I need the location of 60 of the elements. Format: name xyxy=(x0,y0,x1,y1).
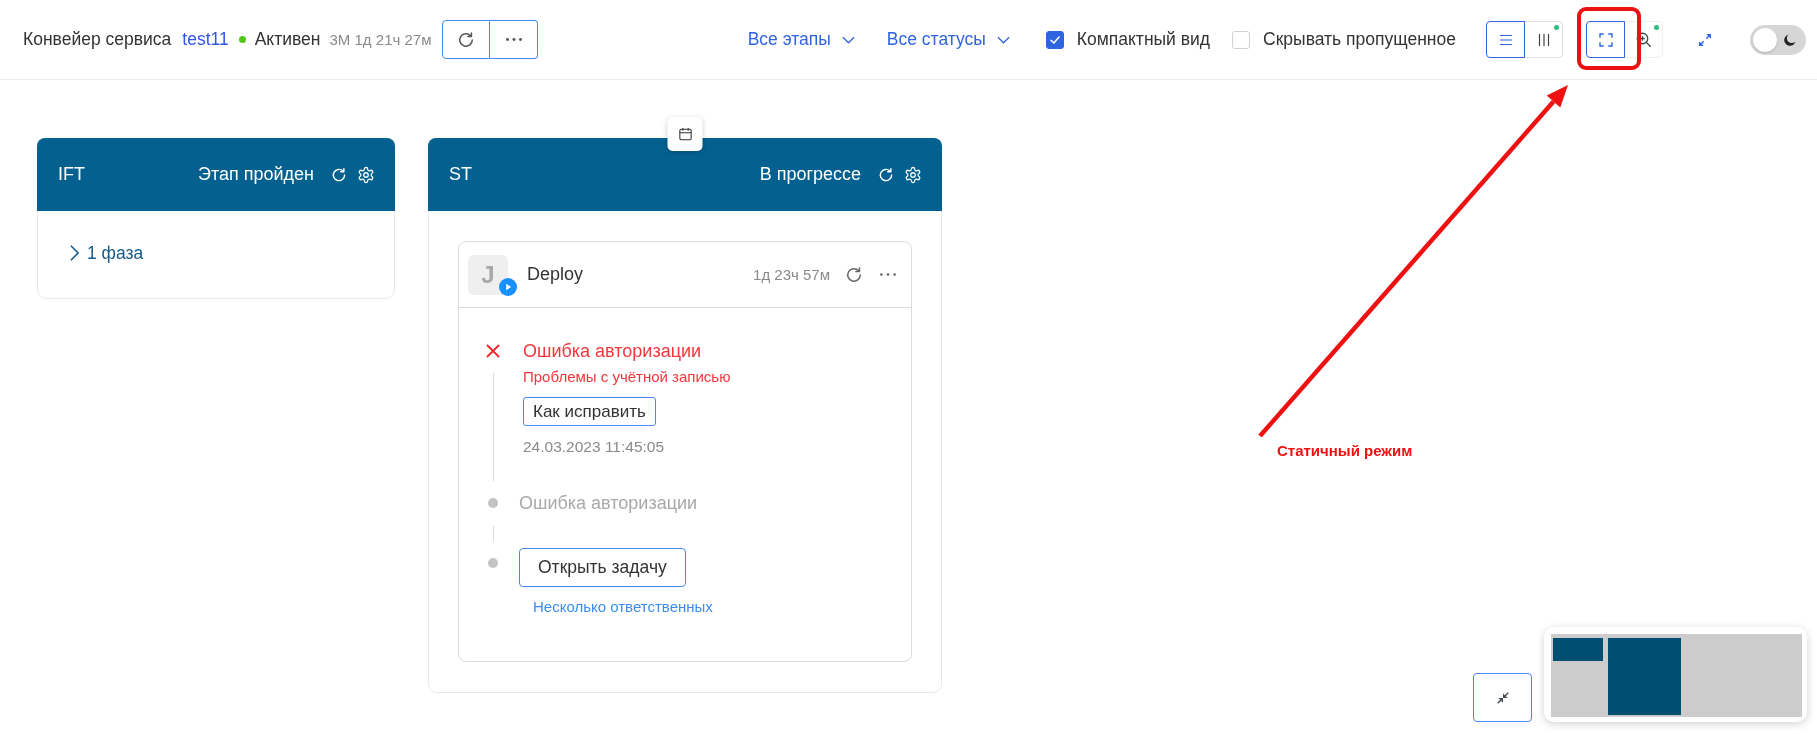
refresh-button[interactable] xyxy=(844,264,864,285)
stage-status: В прогрессе xyxy=(759,164,861,185)
list-view-button[interactable] xyxy=(1486,21,1525,58)
step-dot-icon xyxy=(488,558,498,568)
refresh-button[interactable] xyxy=(442,20,491,59)
filter-dropdown[interactable]: Все этапы xyxy=(747,29,855,50)
more-icon xyxy=(880,273,896,276)
static-mode-button[interactable] xyxy=(1586,21,1625,58)
settings-button[interactable] xyxy=(357,165,375,184)
chevron-down-icon xyxy=(996,35,1010,44)
more-button[interactable] xyxy=(490,20,539,59)
pipeline-title: Конвейер сервиса xyxy=(23,29,172,50)
job-name: Deploy xyxy=(527,264,585,285)
more-icon xyxy=(505,38,522,41)
error-x-icon xyxy=(486,344,500,358)
expand-icon xyxy=(1697,31,1713,48)
phase-toggle[interactable]: 1 фаза xyxy=(70,241,144,265)
refresh-icon xyxy=(844,264,864,285)
step-title: Ошибка авторизации xyxy=(519,493,698,513)
collapse-button[interactable] xyxy=(1473,673,1532,722)
chevron-right-icon xyxy=(70,245,79,261)
theme-toggle[interactable] xyxy=(1750,24,1806,55)
status-label: Активен xyxy=(254,29,321,50)
step-dot-icon xyxy=(488,498,498,508)
minimap-stage xyxy=(1553,638,1603,661)
chevron-down-icon xyxy=(841,35,855,44)
collapse-icon xyxy=(1494,689,1511,706)
play-icon xyxy=(499,277,517,296)
calendar-button[interactable] xyxy=(667,117,703,151)
refresh-button[interactable] xyxy=(330,165,348,184)
stage-name: ST xyxy=(449,164,473,185)
fix-button[interactable]: Как исправить xyxy=(523,397,656,426)
settings-icon xyxy=(357,165,375,184)
stage-name: IFT xyxy=(58,164,86,185)
refresh-icon xyxy=(330,165,348,184)
settings-button[interactable] xyxy=(904,165,922,184)
refresh-button[interactable] xyxy=(877,165,895,184)
stage-status: Этап пройден xyxy=(198,164,314,185)
service-link[interactable]: test11 xyxy=(182,29,229,50)
avatar: J xyxy=(468,254,508,295)
timestamp: 24.03.2023 11:45:05 xyxy=(523,437,665,457)
settings-icon xyxy=(904,165,922,184)
open-task-button[interactable]: Открыть задачу xyxy=(519,548,686,587)
uptime-text: 3М 1д 21ч 27м xyxy=(329,31,432,48)
minimap[interactable] xyxy=(1544,627,1807,722)
timeline-line xyxy=(492,526,494,541)
filter-dropdown[interactable]: Все статусы xyxy=(886,29,1010,50)
refresh-icon xyxy=(877,165,895,184)
calendar-icon xyxy=(677,126,693,142)
job-duration: 1д 23ч 57м xyxy=(753,266,830,283)
columns-view-button[interactable] xyxy=(1524,21,1563,58)
checkbox-label[interactable]: Скрывать пропущенное xyxy=(1263,29,1456,50)
checkbox[interactable] xyxy=(1045,30,1064,49)
annotation-label: Статичный режим xyxy=(1277,441,1413,461)
checkbox-label[interactable]: Компактный вид xyxy=(1076,29,1211,50)
more-button[interactable] xyxy=(880,273,896,276)
highlight-frame xyxy=(1577,7,1641,70)
error-title: Ошибка авторизации xyxy=(523,340,702,363)
corners-icon xyxy=(1596,30,1615,49)
error-description: Проблемы с учётной записью xyxy=(523,367,731,387)
